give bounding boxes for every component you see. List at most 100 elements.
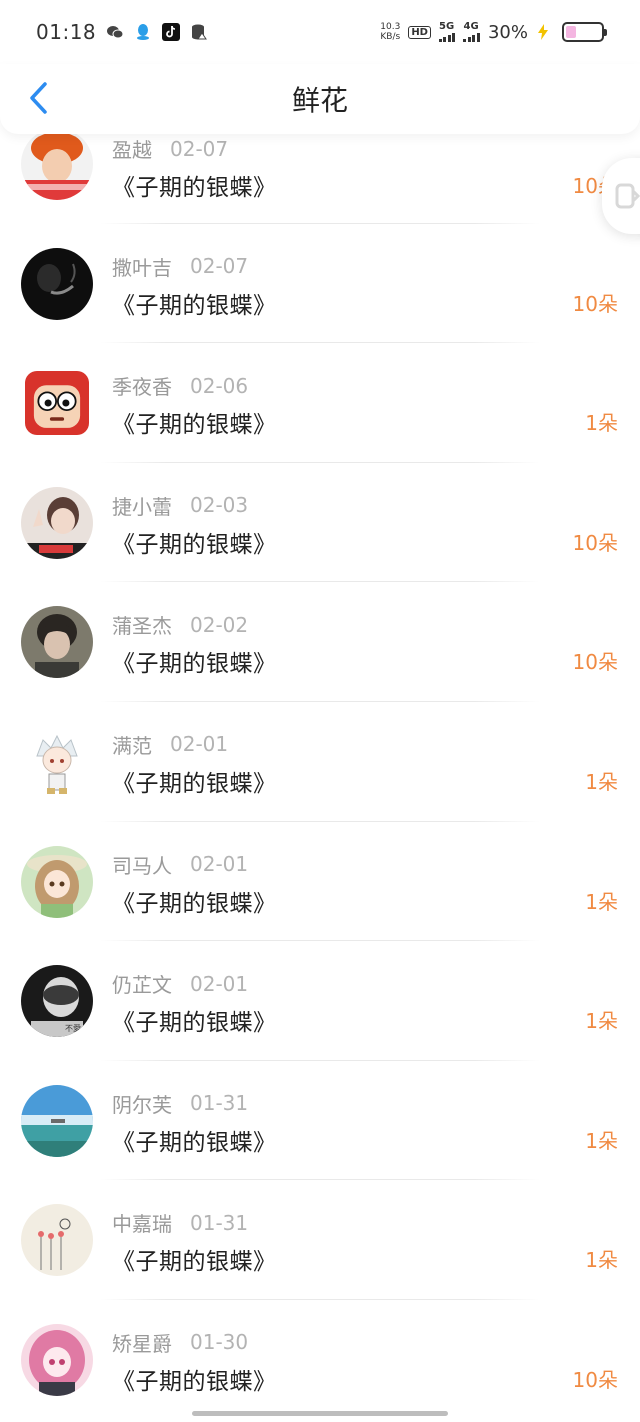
- item-meta: 中嘉瑞 01-31: [112, 1208, 248, 1237]
- avatar-dark-hair-boy-icon: [21, 606, 93, 679]
- data-icon: [190, 23, 208, 41]
- net-speed-value: 10.3: [380, 22, 401, 32]
- gift-date: 02-03: [190, 493, 249, 518]
- list-item[interactable]: 撒叶吉 02-07 《子期的银蝶》 10朵: [0, 224, 640, 344]
- avatar-pink-anime-girl-icon: [21, 1323, 93, 1396]
- home-indicator[interactable]: [192, 1411, 448, 1416]
- net-speed-unit: KB/s: [380, 32, 401, 42]
- user-name[interactable]: 捷小蕾: [112, 491, 172, 520]
- battery-percent: 30%: [487, 21, 528, 43]
- avatar[interactable]: [21, 1084, 93, 1157]
- item-meta: 矫星爵 01-30: [112, 1328, 248, 1357]
- gift-date: 01-31: [190, 1210, 249, 1235]
- net-5g-label: 5G: [438, 21, 455, 32]
- avatar-cartoon-face-icon: [25, 371, 89, 436]
- list-item[interactable]: 司马人 02-01 《子期的银蝶》 1朵: [0, 822, 640, 942]
- item-meta: 仍芷文 02-01: [112, 969, 248, 998]
- avatar-orange-girl-icon: [21, 128, 93, 200]
- list-item[interactable]: 不愛 仍芷文 02-01 《子期的银蝶》 1朵: [0, 941, 640, 1061]
- flower-amount: 1朵: [585, 411, 618, 436]
- user-name[interactable]: 矫星爵: [112, 1328, 172, 1357]
- item-meta: 司马人 02-01: [112, 850, 248, 879]
- avatar[interactable]: [21, 845, 93, 918]
- book-title[interactable]: 《子期的银蝶》: [112, 168, 277, 202]
- item-meta: 盈越 02-07: [112, 134, 228, 163]
- list-item[interactable]: 中嘉瑞 01-31 《子期的银蝶》 1朵: [0, 1180, 640, 1300]
- book-title[interactable]: 《子期的银蝶》: [112, 1242, 277, 1276]
- avatar[interactable]: [21, 1204, 93, 1277]
- avatar[interactable]: [21, 247, 93, 320]
- battery-icon: [562, 22, 607, 42]
- gift-date: 01-31: [190, 1091, 249, 1116]
- book-title[interactable]: 《子期的银蝶》: [112, 764, 277, 798]
- user-name[interactable]: 季夜香: [112, 371, 172, 400]
- signal-5g-icon: [438, 32, 456, 42]
- avatar[interactable]: [21, 486, 93, 559]
- net-4g-label: 4G: [463, 21, 479, 32]
- page-title: 鲜花: [291, 84, 348, 117]
- flower-amount: 1朵: [585, 1248, 618, 1273]
- list-item[interactable]: 满范 02-01 《子期的银蝶》 1朵: [0, 702, 640, 822]
- flower-gift-list: 盈越 02-07 《子期的银蝶》 10朵 撒叶吉 02-07 《子期的银蝶》 1…: [0, 104, 640, 1420]
- user-name[interactable]: 盈越: [112, 134, 152, 163]
- avatar[interactable]: [21, 606, 93, 679]
- avatar-anime-girl-hat-icon: [21, 845, 93, 918]
- charging-icon: [536, 23, 554, 41]
- svg-text:不愛: 不愛: [65, 1023, 81, 1033]
- item-meta: 阴尔芙 01-31: [112, 1089, 248, 1118]
- signal-4g-icon: [463, 32, 480, 42]
- list-item[interactable]: 阴尔芙 01-31 《子期的银蝶》 1朵: [0, 1061, 640, 1181]
- book-title[interactable]: 《子期的银蝶》: [112, 644, 277, 678]
- user-name[interactable]: 仍芷文: [112, 969, 172, 998]
- book-title[interactable]: 《子期的银蝶》: [112, 884, 277, 918]
- book-title[interactable]: 《子期的银蝶》: [112, 1123, 277, 1157]
- user-name[interactable]: 阴尔芙: [112, 1089, 172, 1118]
- net-speed: 10.3 KB/s: [380, 22, 400, 42]
- nav-bar: 鲜花: [0, 64, 640, 134]
- status-bar: 01:18 10.3 KB/s HD 5G 4G 30%: [0, 0, 640, 64]
- user-name[interactable]: 撒叶吉: [112, 252, 172, 281]
- flower-amount: 1朵: [585, 769, 618, 794]
- status-bar-left: 01:18: [36, 20, 208, 44]
- item-meta: 满范 02-01: [112, 730, 228, 759]
- avatar[interactable]: [25, 371, 89, 436]
- gift-date: 02-01: [190, 971, 249, 996]
- gift-date: 02-02: [190, 612, 249, 637]
- book-title[interactable]: 《子期的银蝶》: [112, 286, 277, 320]
- status-time: 01:18: [36, 20, 97, 44]
- list-item[interactable]: 捷小蕾 02-03 《子期的银蝶》 10朵: [0, 463, 640, 583]
- list-item[interactable]: 季夜香 02-06 《子期的银蝶》 1朵: [0, 343, 640, 463]
- avatar[interactable]: [21, 1323, 93, 1396]
- tiktok-icon: [162, 23, 181, 41]
- user-name[interactable]: 满范: [112, 730, 152, 759]
- avatar-bw-portrait-icon: 不愛: [21, 965, 93, 1038]
- item-meta: 蒲圣杰 02-02: [112, 610, 248, 639]
- book-title[interactable]: 《子期的银蝶》: [112, 1362, 277, 1396]
- gift-date: 01-30: [190, 1330, 249, 1355]
- wechat-icon: [106, 23, 124, 41]
- flower-amount: 10朵: [572, 650, 618, 675]
- item-meta: 撒叶吉 02-07: [112, 252, 248, 281]
- avatar-boy-peace-icon: [21, 486, 93, 559]
- flower-amount: 1朵: [585, 889, 618, 914]
- gift-date: 02-07: [170, 136, 229, 161]
- user-name[interactable]: 蒲圣杰: [112, 610, 172, 639]
- gift-date: 02-01: [190, 852, 249, 877]
- book-title[interactable]: 《子期的银蝶》: [112, 1003, 277, 1037]
- floating-side-button[interactable]: [602, 158, 640, 234]
- avatar[interactable]: [21, 128, 93, 200]
- avatar[interactable]: [21, 725, 93, 798]
- net-4g: 4G: [463, 22, 480, 42]
- gift-date: 02-07: [190, 254, 249, 279]
- book-title[interactable]: 《子期的银蝶》: [112, 405, 277, 439]
- book-title[interactable]: 《子期的银蝶》: [112, 525, 277, 559]
- avatar[interactable]: 不愛: [21, 965, 93, 1038]
- list-item[interactable]: 蒲圣杰 02-02 《子期的银蝶》 10朵: [0, 582, 640, 702]
- item-meta: 捷小蕾 02-03: [112, 491, 248, 520]
- user-name[interactable]: 司马人: [112, 850, 172, 879]
- status-bar-right: 10.3 KB/s HD 5G 4G 30%: [380, 21, 607, 43]
- user-name[interactable]: 中嘉瑞: [112, 1208, 172, 1237]
- list-item[interactable]: 矫星爵 01-30 《子期的银蝶》 10朵: [0, 1300, 640, 1420]
- gift-date: 02-06: [190, 373, 249, 398]
- hd-badge: HD: [408, 25, 431, 39]
